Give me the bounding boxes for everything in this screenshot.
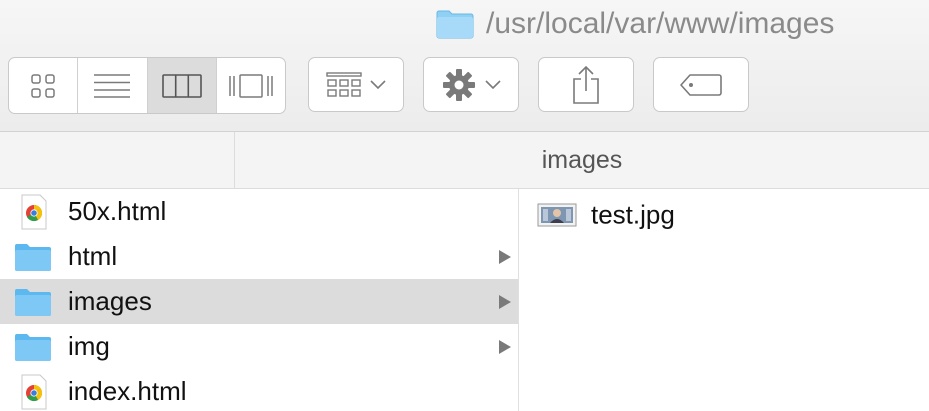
- list-item[interactable]: images: [0, 279, 518, 324]
- column-2: test.jpg: [519, 189, 929, 411]
- list-item-label: html: [68, 241, 118, 271]
- cover-flow-icon: [229, 73, 273, 98]
- gear-icon: [443, 68, 475, 101]
- list-item[interactable]: test.jpg: [519, 189, 929, 241]
- list-item-label: index.html: [68, 376, 187, 406]
- share-button[interactable]: [538, 57, 634, 112]
- list-icon: [94, 73, 131, 98]
- finder-window: /usr/local/var/www/images images 50x.htm…: [0, 0, 929, 411]
- folder-icon: [15, 288, 51, 316]
- tags-button[interactable]: [653, 57, 749, 112]
- view-mode-control: [8, 57, 286, 114]
- disclosure-arrow-icon: [499, 294, 511, 309]
- toolbar: /usr/local/var/www/images: [0, 0, 929, 132]
- folder-icon: [15, 333, 51, 361]
- action-button[interactable]: [423, 57, 519, 112]
- cover-flow-view-button[interactable]: [217, 58, 285, 113]
- list-item[interactable]: img: [0, 324, 518, 369]
- icon-view-button[interactable]: [9, 58, 79, 113]
- list-item-label: img: [68, 331, 110, 361]
- list-item-label: images: [68, 286, 152, 316]
- tag-icon: [680, 73, 722, 96]
- folder-icon: [436, 10, 474, 39]
- html-file-icon: [21, 374, 47, 409]
- grid-icon: [31, 73, 55, 98]
- column-1: 50x.html html images img index.html: [0, 189, 519, 411]
- path-title: /usr/local/var/www/images: [486, 7, 835, 40]
- list-item[interactable]: 50x.html: [0, 189, 518, 234]
- column-header: images: [0, 132, 929, 189]
- chevron-down-icon: [485, 79, 501, 89]
- list-view-button[interactable]: [78, 58, 148, 113]
- list-item[interactable]: index.html: [0, 369, 518, 411]
- disclosure-arrow-icon: [499, 249, 511, 264]
- list-item[interactable]: html: [0, 234, 518, 279]
- chevron-down-icon: [370, 79, 386, 89]
- folder-icon: [15, 243, 51, 271]
- columns-icon: [161, 73, 202, 98]
- list-item-label: test.jpg: [591, 199, 675, 230]
- arrange-button[interactable]: [308, 57, 404, 112]
- column-header-title: images: [541, 145, 623, 174]
- column-view-button[interactable]: [147, 58, 217, 113]
- arrange-grid-icon: [326, 71, 362, 97]
- image-file-icon: [537, 203, 577, 227]
- share-icon: [573, 65, 599, 104]
- list-item-label: 50x.html: [68, 196, 167, 226]
- window-title: /usr/local/var/www/images: [436, 4, 834, 44]
- disclosure-arrow-icon: [499, 339, 511, 354]
- html-file-icon: [21, 194, 47, 229]
